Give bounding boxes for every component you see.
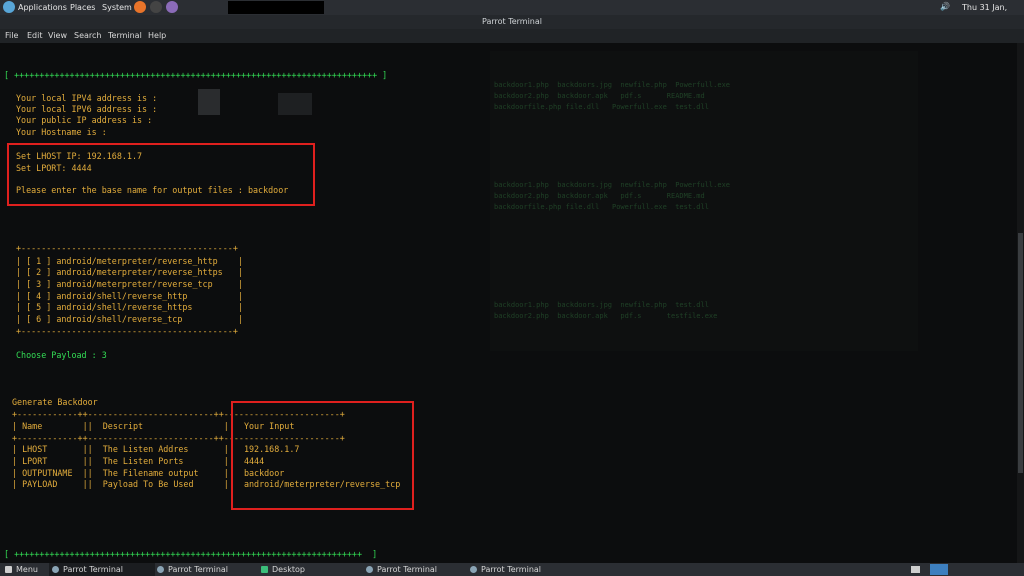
- system-menu[interactable]: System: [102, 2, 132, 13]
- lhost-line: Set LHOST IP: 192.168.1.7: [16, 151, 143, 161]
- payload-option-3: | [ 3 ] android/meterpreter/reverse_tcp …: [16, 279, 243, 289]
- payload-option-2: | [ 2 ] android/meterpreter/reverse_http…: [16, 267, 243, 277]
- places-menu[interactable]: Places: [70, 2, 95, 13]
- window-title: Parrot Terminal: [0, 15, 1024, 29]
- scrollbar-thumb[interactable]: [1018, 233, 1023, 473]
- highlight-box-your-input: [231, 401, 414, 510]
- ipv4-line: Your local IPV4 address is :: [16, 93, 158, 103]
- taskbar-item[interactable]: Parrot Terminal: [49, 563, 155, 576]
- volume-icon[interactable]: 🔊: [940, 2, 950, 11]
- taskbar-item[interactable]: Parrot Terminal: [467, 563, 573, 576]
- top-panel: Applications Places System 🔊 Thu 31 Jan,…: [0, 0, 1024, 23]
- desktop-file-icon: [198, 89, 220, 115]
- payload-option-6: | [ 6 ] android/shell/reverse_tcp |: [16, 314, 243, 324]
- menu-border-top: +---------------------------------------…: [16, 243, 238, 253]
- menu-view[interactable]: View: [48, 31, 67, 40]
- bottom-taskbar: Menu Parrot Terminal Parrot Terminal Des…: [0, 563, 1024, 576]
- menu-search[interactable]: Search: [74, 31, 101, 40]
- app-launcher-icon[interactable]: [166, 1, 178, 13]
- basename-prompt: Please enter the base name for output fi…: [16, 185, 289, 195]
- border-top: [ ++++++++++++++++++++++++++++++++++++++…: [4, 70, 388, 80]
- menu-file[interactable]: File: [5, 31, 18, 40]
- terminal-scrollbar[interactable]: [1017, 43, 1024, 563]
- desktop-icon: [261, 566, 268, 573]
- payload-option-5: | [ 5 ] android/shell/reverse_https |: [16, 302, 243, 312]
- taskbar-menu[interactable]: Menu: [2, 563, 56, 576]
- menu-edit[interactable]: Edit: [27, 31, 43, 40]
- terminal-icon: [366, 566, 373, 573]
- terminal-launcher-icon[interactable]: [150, 1, 162, 13]
- public-ip-line: Your public IP address is :: [16, 115, 153, 125]
- parrot-logo-icon[interactable]: [3, 1, 15, 13]
- menu-border-bottom: +---------------------------------------…: [16, 326, 238, 336]
- terminal-icon: [52, 566, 59, 573]
- menu-help[interactable]: Help: [148, 31, 166, 40]
- table-row: | LPORT || The Listen Ports || 4444: [12, 456, 265, 466]
- terminal-area[interactable]: backdoor1.php backdoors.jpg newfile.php …: [0, 43, 1024, 563]
- menu-grid-icon: [5, 566, 12, 573]
- workspace-switcher-icon[interactable]: [930, 564, 948, 575]
- show-desktop-icon[interactable]: [911, 566, 920, 573]
- applications-menu[interactable]: Applications: [18, 2, 67, 13]
- firefox-icon[interactable]: [134, 1, 146, 13]
- hostname-line: Your Hostname is :: [16, 127, 107, 137]
- terminal-icon: [157, 566, 164, 573]
- workspace-graph-icon: [228, 1, 324, 14]
- taskbar-item[interactable]: Parrot Terminal: [363, 563, 469, 576]
- menu-terminal[interactable]: Terminal: [108, 31, 142, 40]
- border-bottom: [ ++++++++++++++++++++++++++++++++++++++…: [4, 549, 378, 559]
- lport-line: Set LPORT: 4444: [16, 163, 92, 173]
- choose-payload-line: Choose Payload : 3: [16, 350, 107, 360]
- terminal-icon: [470, 566, 477, 573]
- generate-backdoor-title: Generate Backdoor: [12, 397, 98, 407]
- taskbar-item[interactable]: Parrot Terminal: [154, 563, 260, 576]
- payload-option-1: | [ 1 ] android/meterpreter/reverse_http…: [16, 256, 243, 266]
- menu-bar: File Edit View Search Terminal Help: [0, 29, 1024, 43]
- taskbar-item[interactable]: Desktop: [258, 563, 364, 576]
- payload-option-4: | [ 4 ] android/shell/reverse_http |: [16, 291, 243, 301]
- background-window: backdoor1.php backdoors.jpg newfile.php …: [490, 51, 918, 351]
- ipv6-line: Your local IPV6 address is :: [16, 104, 158, 114]
- desktop-screenshot-icon: [278, 93, 312, 115]
